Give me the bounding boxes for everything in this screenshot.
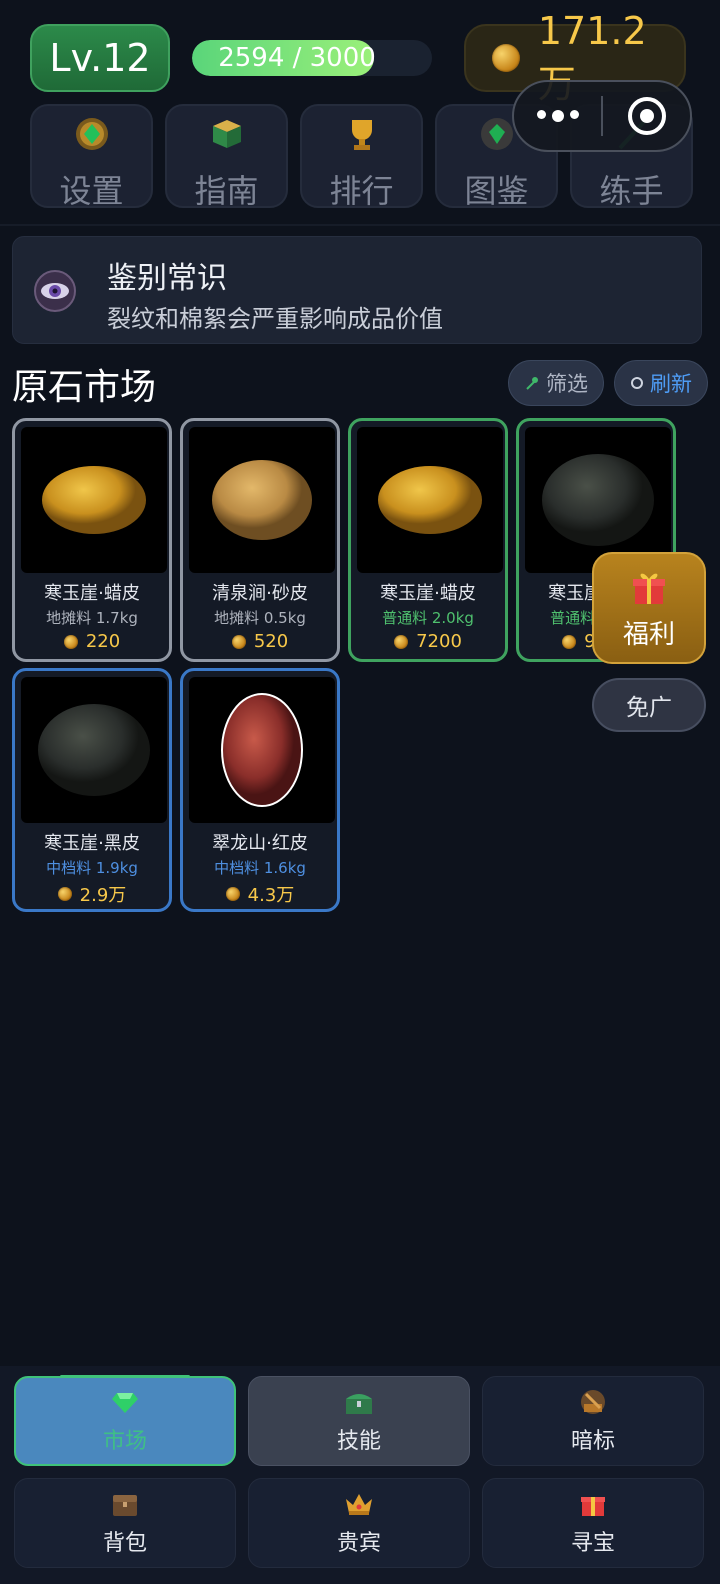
- stone-image: [189, 427, 335, 573]
- emerald-gear-icon: [70, 114, 114, 154]
- filter-button[interactable]: 筛选: [508, 360, 604, 406]
- stone-price: 2.9万: [15, 881, 169, 907]
- coin-icon: [492, 44, 520, 72]
- welfare-button[interactable]: 福利: [592, 552, 706, 664]
- coin-icon: [57, 887, 72, 901]
- refresh-label: 刷新: [650, 372, 692, 396]
- stone-price: 4.3万: [183, 881, 337, 907]
- chest-icon: [344, 1387, 374, 1417]
- price-value: 520: [253, 631, 289, 652]
- top-nav-guide[interactable]: 指南: [165, 104, 288, 210]
- nav-label: 暗标: [570, 1429, 615, 1454]
- close-miniprogram-icon[interactable]: [603, 97, 690, 135]
- tip-title: 鉴别常识: [107, 261, 227, 296]
- nav-market[interactable]: 市场: [14, 1375, 236, 1466]
- stone-card[interactable]: 寒玉崖·蜡皮 普通料 2.0kg 7200: [348, 418, 508, 662]
- market-title: 原石市场: [12, 367, 157, 408]
- filter-label: 筛选: [546, 372, 588, 396]
- stone-grade: 地摊料 0.5kg: [214, 609, 306, 627]
- top-nav-settings[interactable]: 设置: [30, 104, 153, 210]
- nav-label: 背包: [102, 1531, 147, 1556]
- price-value: 2.9万: [79, 885, 127, 906]
- tip-description: 裂纹和棉絮会严重影响成品价值: [107, 305, 443, 333]
- tip-card: 鉴别常识 裂纹和棉絮会严重影响成品价值: [12, 236, 702, 344]
- top-nav-ranking[interactable]: 排行: [300, 104, 423, 210]
- coin-icon: [394, 634, 409, 649]
- crown-icon: [344, 1489, 374, 1519]
- stone-name: 寒玉崖·蜡皮: [380, 583, 476, 604]
- filter-icon: [526, 377, 538, 390]
- nav-treasure-hunt[interactable]: 寻宝: [482, 1478, 704, 1568]
- price-value: 220: [85, 631, 121, 652]
- price-value: 4.3万: [247, 885, 295, 906]
- top-nav-label: 排行: [329, 172, 394, 210]
- nav-label: 寻宝: [570, 1531, 615, 1556]
- stone-grade: 中档料 1.6kg: [214, 859, 306, 877]
- xp-progress-bar: 2594 / 3000: [192, 40, 432, 76]
- stone-card[interactable]: 寒玉崖·蜡皮 地摊料 1.7kg 220: [12, 418, 172, 662]
- stone-grade: 普通料 2.0kg: [382, 609, 474, 627]
- nav-backpack[interactable]: 背包: [14, 1478, 236, 1568]
- coin-icon: [225, 887, 240, 901]
- gift-icon: [578, 1489, 608, 1519]
- coin-icon: [63, 634, 78, 649]
- stone-grade: 中档料 1.9kg: [46, 859, 138, 877]
- top-nav-label: 图鉴: [464, 172, 529, 210]
- header-divider: [0, 224, 720, 226]
- stone-image: [21, 677, 167, 823]
- book-icon: [205, 114, 249, 154]
- stone-image: [21, 427, 167, 573]
- nav-label: 技能: [336, 1429, 381, 1454]
- welfare-label: 福利: [622, 620, 675, 650]
- gift-icon: [633, 573, 665, 604]
- auction-icon: [578, 1387, 608, 1417]
- level-badge: Lv.12: [30, 24, 170, 92]
- gem-icon: [110, 1387, 140, 1417]
- trophy-icon: [340, 114, 384, 154]
- top-nav-label: 设置: [59, 172, 124, 210]
- stone-name: 寒玉崖·蜡皮: [44, 583, 140, 604]
- stone-card[interactable]: 清泉涧·砂皮 地摊料 0.5kg 520: [180, 418, 340, 662]
- no-ads-button[interactable]: 免广: [592, 678, 706, 732]
- miniprogram-capsule: [512, 80, 692, 152]
- nav-skills[interactable]: 技能: [248, 1376, 470, 1466]
- refresh-button[interactable]: 刷新: [614, 360, 708, 406]
- stone-price: 520: [183, 631, 337, 652]
- eye-icon: [34, 270, 76, 312]
- nav-label: 贵宾: [336, 1531, 381, 1556]
- stone-name: 清泉涧·砂皮: [212, 583, 308, 604]
- coin-icon: [231, 634, 246, 649]
- stone-card[interactable]: 翠龙山·红皮 中档料 1.6kg 4.3万: [180, 668, 340, 912]
- stone-grade: 地摊料 1.7kg: [46, 609, 138, 627]
- bag-chest-icon: [110, 1489, 140, 1519]
- nav-vip[interactable]: 贵宾: [248, 1478, 470, 1568]
- bottom-nav: 市场 技能 暗标 背包 贵宾 寻宝: [14, 1375, 704, 1568]
- stone-image: [357, 427, 503, 573]
- stone-price: 220: [15, 631, 169, 652]
- more-options-icon[interactable]: [514, 110, 601, 122]
- top-nav-label: 练手: [599, 172, 664, 210]
- nav-sealed-bid[interactable]: 暗标: [482, 1376, 704, 1466]
- nav-label: 市场: [102, 1429, 147, 1454]
- stone-name: 翠龙山·红皮: [212, 833, 308, 854]
- stone-card[interactable]: 寒玉崖·黑皮 中档料 1.9kg 2.9万: [12, 668, 172, 912]
- price-value: 7200: [416, 631, 462, 652]
- stone-image: [189, 677, 335, 823]
- stone-price: 7200: [351, 631, 505, 652]
- coin-icon: [562, 634, 577, 649]
- refresh-icon: [631, 377, 643, 389]
- xp-text: 2594 / 3000: [218, 43, 376, 73]
- stone-name: 寒玉崖·黑皮: [44, 833, 140, 854]
- top-nav-label: 指南: [194, 172, 259, 210]
